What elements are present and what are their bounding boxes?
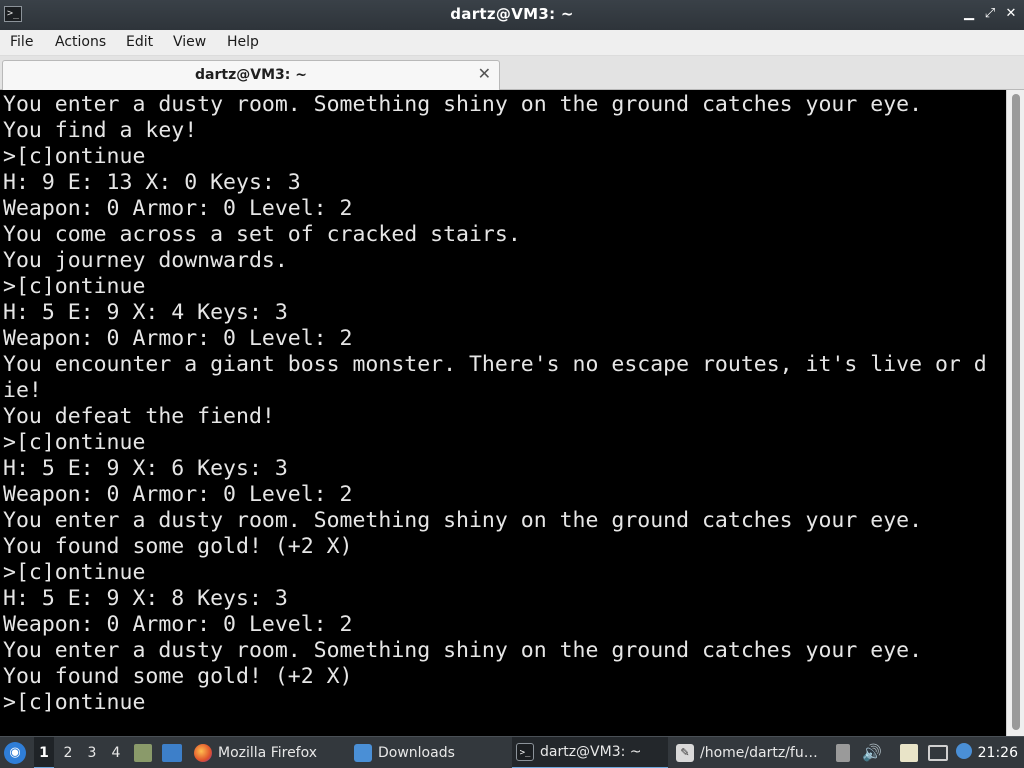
scroll-widget-icon[interactable] (836, 744, 850, 762)
menu-help[interactable]: Help (227, 34, 259, 50)
terminal-line: You defeat the fiend! (3, 404, 275, 429)
terminal-line: You enter a dusty room. Something shiny … (3, 92, 923, 117)
terminal-icon: >_ (516, 743, 534, 761)
terminal-line: You find a key! (3, 118, 198, 143)
task-label: dartz@VM3: ~ (540, 744, 642, 760)
task-text-editor[interactable]: ✎ /home/dartz/fu… (676, 737, 830, 768)
workspace-2[interactable]: 2 (58, 737, 78, 768)
task-label: /home/dartz/fu… (700, 745, 818, 761)
workspace-1[interactable]: 1 (34, 737, 54, 768)
terminal-line: >[c]ontinue (3, 274, 146, 299)
terminal-line: You come across a set of cracked stairs. (3, 222, 521, 247)
show-desktop-icon[interactable] (162, 744, 182, 762)
workspace-3[interactable]: 3 (82, 737, 102, 768)
terminal-line: You enter a dusty room. Something shiny … (3, 508, 923, 533)
terminal-line: You found some gold! (+2 X) (3, 664, 353, 689)
clipboard-icon[interactable] (900, 744, 918, 762)
network-icon[interactable] (928, 745, 948, 761)
task-firefox[interactable]: Mozilla Firefox (194, 737, 342, 768)
menu-edit[interactable]: Edit (126, 34, 153, 50)
menu-actions[interactable]: Actions (55, 34, 106, 50)
scrollbar-thumb[interactable] (1012, 94, 1020, 730)
terminal-scrollbar[interactable] (1006, 90, 1024, 736)
terminal-line: H: 5 E: 9 X: 6 Keys: 3 (3, 456, 288, 481)
task-downloads[interactable]: Downloads (354, 737, 504, 768)
task-terminal[interactable]: >_ dartz@VM3: ~ (512, 737, 668, 768)
tab-bar: dartz@VM3: ~ ✕ (0, 56, 1024, 90)
terminal-line: Weapon: 0 Armor: 0 Level: 2 (3, 196, 353, 221)
menu-bar: File Actions Edit View Help (0, 30, 1024, 56)
terminal-line: ie! (3, 378, 42, 403)
close-icon[interactable]: ✕ (1002, 5, 1020, 23)
window-titlebar[interactable]: >_ dartz@VM3: ~ ▁ ⤢ ✕ (0, 0, 1024, 30)
tab-close-icon[interactable]: ✕ (478, 64, 491, 83)
file-manager-launcher-icon[interactable] (134, 744, 152, 762)
terminal-line: Weapon: 0 Armor: 0 Level: 2 (3, 326, 353, 351)
update-notifier-icon[interactable] (956, 743, 972, 759)
window-title: dartz@VM3: ~ (450, 5, 574, 23)
tab-label: dartz@VM3: ~ (195, 67, 307, 83)
terminal-line: You found some gold! (+2 X) (3, 534, 353, 559)
volume-icon[interactable]: 🔊 (862, 737, 882, 768)
terminal-line: H: 5 E: 9 X: 8 Keys: 3 (3, 586, 288, 611)
terminal-line: You encounter a giant boss monster. Ther… (3, 352, 987, 377)
terminal-view[interactable]: You enter a dusty room. Something shiny … (0, 90, 1024, 736)
terminal-line: H: 5 E: 9 X: 4 Keys: 3 (3, 300, 288, 325)
terminal-line: >[c]ontinue (3, 690, 146, 715)
terminal-line: Weapon: 0 Armor: 0 Level: 2 (3, 612, 353, 637)
terminal-line: >[c]ontinue (3, 430, 146, 455)
maximize-icon[interactable]: ⤢ (981, 5, 999, 23)
terminal-line: H: 9 E: 13 X: 0 Keys: 3 (3, 170, 301, 195)
terminal-line: >[c]ontinue (3, 144, 146, 169)
text-editor-icon: ✎ (676, 744, 694, 762)
firefox-icon (194, 744, 212, 762)
menu-file[interactable]: File (10, 34, 33, 50)
terminal-line: Weapon: 0 Armor: 0 Level: 2 (3, 482, 353, 507)
terminal-line: You journey downwards. (3, 248, 288, 273)
terminal-output: You enter a dusty room. Something shiny … (3, 92, 1003, 716)
clock[interactable]: 21:26 (978, 737, 1018, 768)
terminal-line: You enter a dusty room. Something shiny … (3, 638, 923, 663)
taskbar: ◉ 1 2 3 4 Mozilla Firefox Downloads >_ d… (0, 736, 1024, 768)
task-label: Downloads (378, 745, 455, 761)
start-menu-icon[interactable]: ◉ (4, 742, 26, 764)
terminal-line: >[c]ontinue (3, 560, 146, 585)
menu-view[interactable]: View (173, 34, 206, 50)
task-label: Mozilla Firefox (218, 745, 318, 761)
minimize-icon[interactable]: ▁ (960, 5, 978, 23)
tab-terminal[interactable]: dartz@VM3: ~ ✕ (2, 60, 500, 90)
folder-icon (354, 744, 372, 762)
workspace-4[interactable]: 4 (106, 737, 126, 768)
